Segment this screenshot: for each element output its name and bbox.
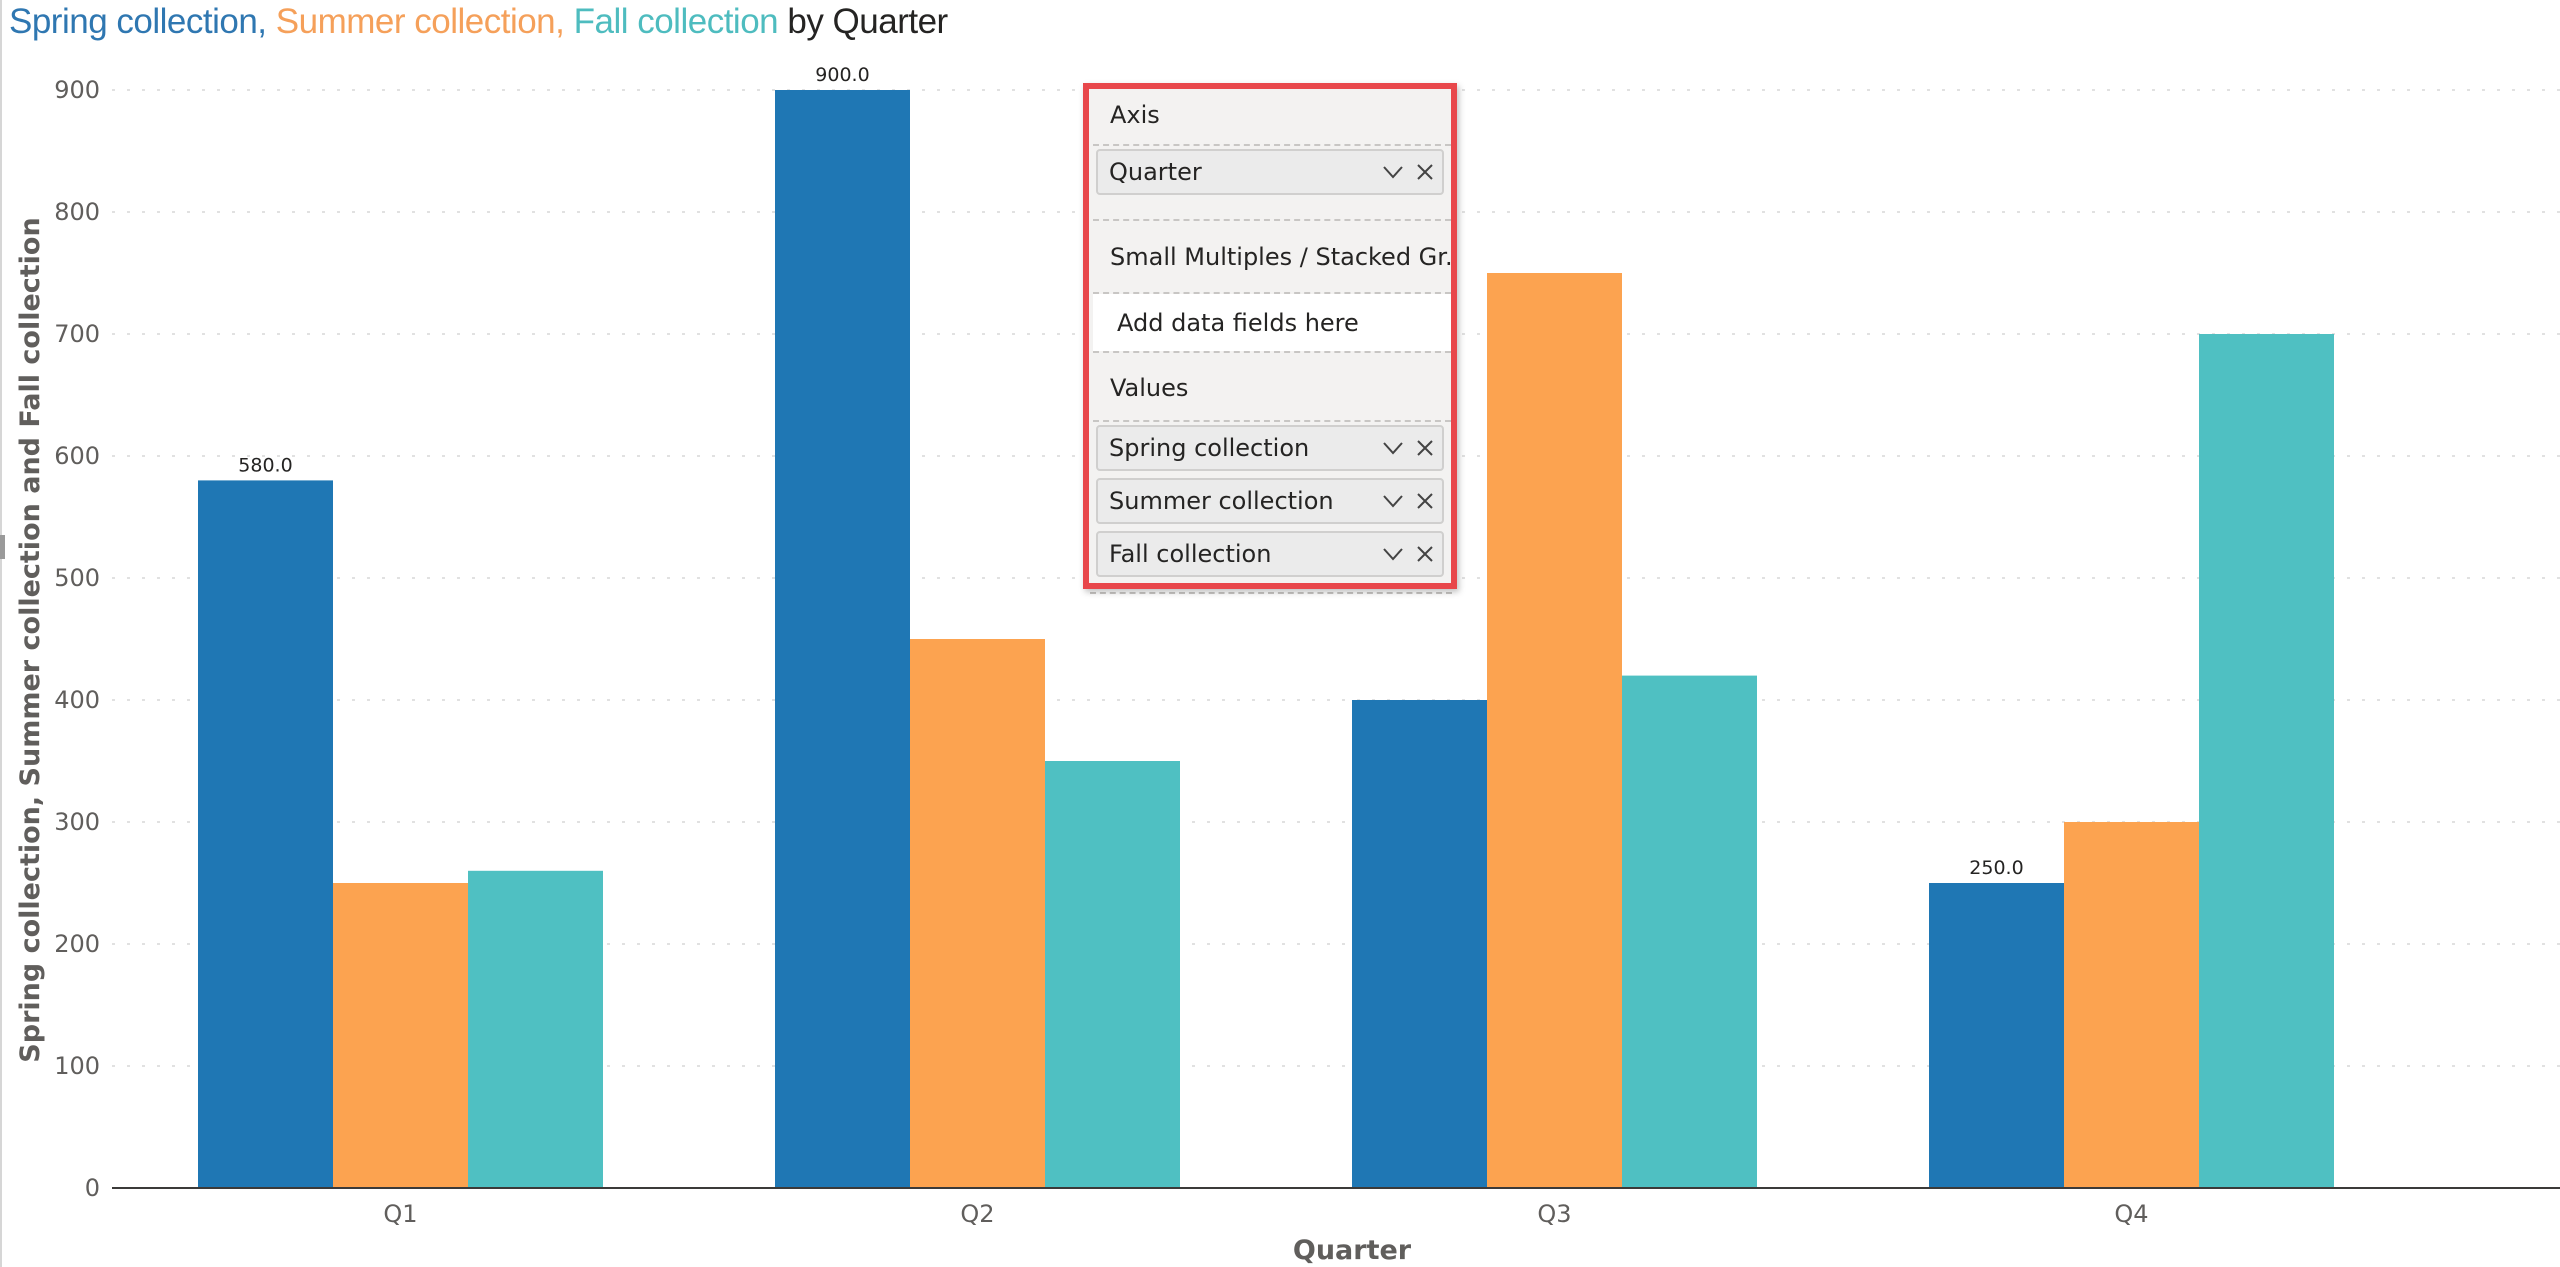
y-tick-label: 900 [54, 76, 100, 104]
field-pill-spring-collection[interactable]: Spring collection [1096, 425, 1444, 471]
x-axis-ticks: Q1 Q2 Q3 Q4 [383, 1200, 2148, 1228]
bar-spring-collection-q2[interactable] [775, 90, 910, 1188]
bar-summer-collection-q4[interactable] [2064, 822, 2199, 1188]
field-pill-label: Summer collection [1109, 487, 1334, 515]
bar-fall-collection-q2[interactable] [1045, 761, 1180, 1188]
small-multiples-drop-zone[interactable]: Add data fields here [1093, 294, 1451, 351]
y-tick-label: 100 [54, 1052, 100, 1080]
bar-spring-collection-q4[interactable] [1929, 883, 2064, 1188]
data-label: 900.0 [815, 64, 869, 86]
close-icon[interactable] [1410, 433, 1440, 463]
small-multiples-well-header: Small Multiples / Stacked Gr... [1110, 243, 1451, 271]
field-pill-label: Spring collection [1109, 434, 1310, 462]
y-axis-title: Spring collection, Summer collection and… [15, 217, 46, 1062]
data-label: 250.0 [1969, 857, 2023, 879]
y-tick-label: 500 [54, 564, 100, 592]
field-wells-panel: Axis Quarter Small Multiples / Stacked G… [1083, 83, 1457, 589]
data-label: 580.0 [238, 454, 292, 476]
field-pill-label: Fall collection [1109, 540, 1272, 568]
x-tick-label: Q4 [2114, 1200, 2148, 1228]
chevron-down-icon[interactable] [1378, 539, 1408, 569]
close-icon[interactable] [1410, 539, 1440, 569]
bar-fall-collection-q3[interactable] [1622, 675, 1757, 1188]
axis-well-header: Axis [1110, 101, 1160, 129]
bar-fall-collection-q4[interactable] [2199, 334, 2334, 1188]
chevron-down-icon[interactable] [1378, 433, 1408, 463]
chevron-down-icon[interactable] [1378, 157, 1408, 187]
chevron-down-icon[interactable] [1378, 486, 1408, 516]
y-tick-label: 300 [54, 808, 100, 836]
y-tick-label: 600 [54, 442, 100, 470]
bar-summer-collection-q2[interactable] [910, 639, 1045, 1188]
well-divider [1093, 420, 1451, 422]
well-divider [1093, 144, 1451, 146]
bar-summer-collection-q1[interactable] [333, 883, 468, 1188]
bar-fall-collection-q1[interactable] [468, 870, 603, 1188]
bar-summer-collection-q3[interactable] [1487, 273, 1622, 1188]
y-axis-ticks: 0 100 200 300 400 500 600 700 800 900 [54, 76, 100, 1202]
x-tick-label: Q1 [383, 1200, 417, 1228]
y-tick-label: 400 [54, 686, 100, 714]
x-tick-label: Q3 [1537, 1200, 1571, 1228]
bar-spring-collection-q3[interactable] [1352, 700, 1487, 1188]
y-tick-label: 700 [54, 320, 100, 348]
panel-dashed-divider [1090, 592, 1452, 594]
y-tick-label: 0 [85, 1174, 100, 1202]
field-pill-fall-collection[interactable]: Fall collection [1096, 531, 1444, 577]
close-icon[interactable] [1410, 157, 1440, 187]
field-pill-summer-collection[interactable]: Summer collection [1096, 478, 1444, 524]
close-icon[interactable] [1410, 486, 1440, 516]
y-tick-label: 200 [54, 930, 100, 958]
y-tick-label: 800 [54, 198, 100, 226]
x-axis-title: Quarter [1293, 1235, 1412, 1266]
field-pill-quarter[interactable]: Quarter [1096, 149, 1444, 195]
bar-spring-collection-q1[interactable] [198, 480, 333, 1188]
values-well-header: Values [1110, 374, 1189, 402]
field-pill-label: Quarter [1109, 158, 1202, 186]
x-tick-label: Q2 [960, 1200, 994, 1228]
